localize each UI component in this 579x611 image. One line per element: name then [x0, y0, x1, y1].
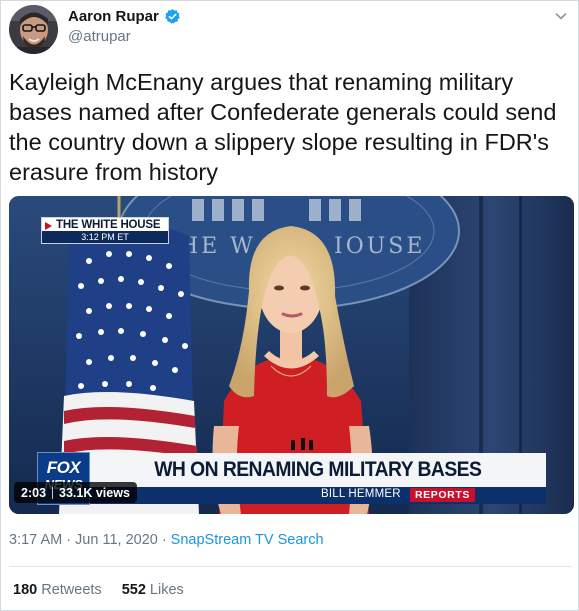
avatar[interactable] — [9, 5, 58, 54]
video-duration: 2:03 — [21, 485, 47, 500]
lower-third-subline: BILL HEMMER REPORTS — [90, 487, 546, 504]
tweet-time[interactable]: 3:17 AM — [9, 532, 62, 548]
retweets-stat[interactable]: 180 Retweets — [13, 582, 102, 598]
likes-stat[interactable]: 552 Likes — [122, 582, 184, 598]
broadcast-location-bug: THE WHITE HOUSE 3:12 PM ET — [41, 217, 169, 244]
tweet-date[interactable]: Jun 11, 2020 — [75, 532, 158, 548]
meta-separator: · — [66, 532, 72, 548]
likes-label: Likes — [149, 582, 184, 598]
chevron-down-icon[interactable] — [554, 9, 568, 23]
svg-text:IOUSE: IOUSE — [334, 234, 425, 259]
video-stats-badge: 2:03 33.1K views — [14, 482, 137, 503]
bug-time: 3:12 PM ET — [42, 231, 168, 243]
broadcast-headline: WH ON RENAMING MILITARY BASES — [154, 458, 482, 481]
author-display-name[interactable]: Aaron Rupar — [68, 8, 159, 25]
bug-title: THE WHITE HOUSE — [56, 219, 161, 231]
author-handle[interactable]: @atrupar — [68, 28, 131, 45]
stats-divider — [9, 566, 572, 567]
bug-arrow-icon — [45, 222, 52, 230]
avatar-photo — [9, 5, 58, 54]
retweets-count: 180 — [13, 582, 38, 598]
badge-divider — [52, 486, 54, 499]
anchor-name: BILL HEMMER — [321, 488, 401, 500]
engagement-stats: 180 Retweets 552 Likes — [13, 582, 184, 598]
video-view-count: 33.1K views — [59, 485, 130, 500]
video-player[interactable]: HE W IOUSE THE WHITE HOUSE 3:12 PM ET FO… — [9, 196, 574, 514]
tweet-text: Kayleigh McEnany argues that renaming mi… — [9, 69, 557, 185]
tweet-source-link[interactable]: SnapStream TV Search — [171, 532, 324, 548]
lower-third-banner: WH ON RENAMING MILITARY BASES — [90, 453, 546, 487]
segment-tag: REPORTS — [410, 488, 475, 502]
author-name-row[interactable]: Aaron Rupar — [68, 8, 181, 25]
likes-count: 552 — [121, 582, 146, 598]
retweets-label: Retweets — [41, 582, 102, 598]
tweet-metadata: 3:17 AM · Jun 11, 2020 · SnapStream TV S… — [9, 532, 324, 548]
meta-separator-2: · — [161, 532, 167, 548]
tweet-card: Aaron Rupar @atrupar Kayleigh McEnany ar… — [0, 0, 579, 611]
verified-badge-icon — [165, 9, 180, 24]
network-line1: FOX — [46, 458, 81, 477]
svg-text:HE W: HE W — [179, 234, 256, 259]
